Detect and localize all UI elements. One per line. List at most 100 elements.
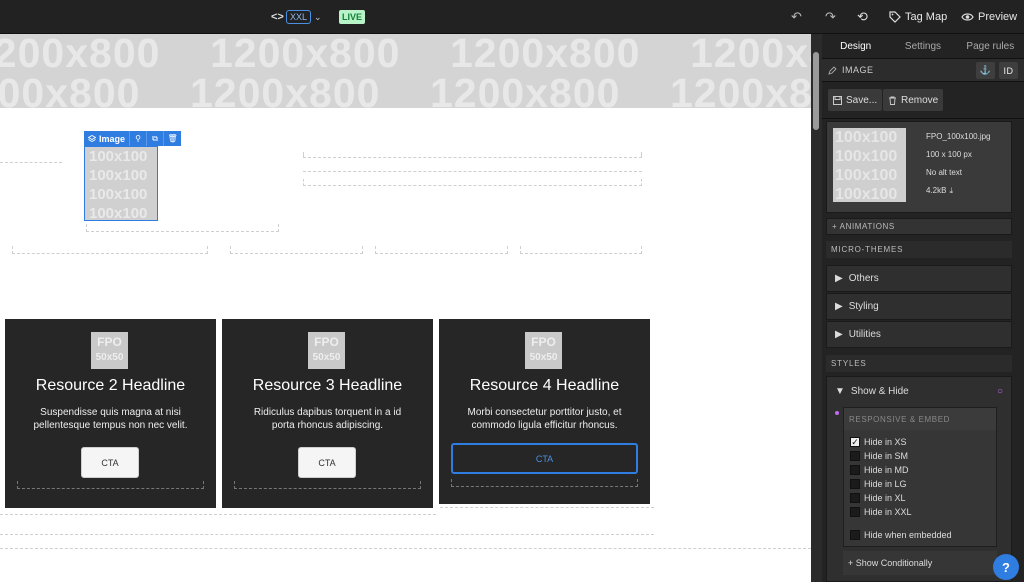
canvas-scrollbar[interactable] <box>811 34 822 582</box>
element-type-label[interactable]: Image <box>84 131 131 146</box>
hide-when-embedded-checkbox[interactable] <box>850 530 860 540</box>
card-headline: Resource 3 Headline <box>252 377 403 394</box>
hide-in-md-checkbox[interactable] <box>850 465 860 475</box>
micro-theme-styling[interactable]: ▶ Styling <box>826 293 1012 320</box>
element-header: IMAGE ⚓ ID <box>822 59 1024 82</box>
hide-in-xl-option[interactable]: Hide in XL <box>850 493 906 503</box>
section-guide <box>375 246 508 254</box>
card-description: Morbi consectetur porttitor justo, et co… <box>467 407 622 431</box>
hide-in-xs-checkbox[interactable]: ✓ <box>850 437 860 447</box>
history-icon[interactable]: ⟲ <box>857 0 868 34</box>
show-hide-section: ▼ Show & Hide ○ RESPONSIVE & EMBED ✓ Hide … <box>826 376 1012 582</box>
tag-icon <box>889 11 901 23</box>
section-guide <box>234 481 421 489</box>
design-canvas[interactable]: 1200x800 1200x800 1200x800 1200x800 1200… <box>0 34 811 582</box>
undo-icon[interactable]: ↶ <box>791 0 802 34</box>
resource-card[interactable]: FPO 50x50 Resource 2 Headline Suspendisse… <box>5 319 216 508</box>
image-filename: FPO_100x100.jpg <box>926 132 991 141</box>
responsive-embed-group: RESPONSIVE & EMBED ✓ Hide in XS Hide in S… <box>843 407 997 547</box>
hide-in-xxl-checkbox[interactable] <box>850 507 860 517</box>
section-guide <box>86 224 279 232</box>
pencil-icon <box>828 65 837 75</box>
resource-card[interactable]: FPO 50x50 Resource 3 Headline Ridiculus d… <box>222 319 433 508</box>
cta-button[interactable]: CTA <box>298 447 356 478</box>
fpo-image: FPO 50x50 <box>525 332 562 369</box>
thumbnail-placeholder-text: 100x100 <box>835 129 898 146</box>
pin-icon[interactable]: ⚲ <box>130 131 148 146</box>
trash-icon[interactable]: 🗑 <box>164 131 181 146</box>
hide-in-lg-option[interactable]: Hide in LG <box>850 479 907 489</box>
hero-image-placeholder[interactable]: 1200x800 1200x800 1200x800 1200x800 1200… <box>0 34 811 108</box>
resource-card[interactable]: FPO 50x50 Resource 4 Headline Morbi conse… <box>439 319 650 504</box>
thumbnail-placeholder-text: 100x100 <box>835 186 898 202</box>
image-element-toolbar: Image ⚲ ⧉ 🗑 <box>84 131 182 146</box>
trash-icon <box>889 96 896 105</box>
section-guide <box>303 152 642 158</box>
chevron-down-icon[interactable]: ⌄ <box>314 0 322 34</box>
help-button[interactable]: ? <box>993 554 1019 580</box>
panel-tabs: Design Settings Page rules <box>822 34 1024 59</box>
section-guide <box>17 481 204 489</box>
top-toolbar: <> XXL ⌄ LIVE ↶ ↷ ⟲ Tag Map Preview <box>0 0 1024 34</box>
image-thumbnail[interactable]: 100x100 100x100 100x100 100x100 <box>833 128 906 202</box>
redo-icon[interactable]: ↷ <box>825 0 836 34</box>
breakpoint-selector[interactable]: XXL <box>286 10 312 24</box>
section-guide <box>0 162 62 163</box>
section-guide <box>230 246 363 254</box>
properties-panel: Design Settings Page rules IMAGE ⚓ ID Sa… <box>822 34 1024 582</box>
image-placeholder-text: 100x100 <box>89 205 148 221</box>
micro-themes-heading: MICRO-THEMES <box>826 241 1012 258</box>
image-file-size: 4.2kB ⤓ <box>926 186 954 196</box>
tab-design[interactable]: Design <box>822 34 889 58</box>
card-description: Ridiculus dapibus torquent in a id porta… <box>253 407 402 431</box>
card-headline: Resource 2 Headline <box>35 377 186 394</box>
section-guide <box>12 246 208 254</box>
tab-settings[interactable]: Settings <box>889 34 956 58</box>
remove-button[interactable]: Remove <box>883 89 944 111</box>
save-icon <box>833 95 842 105</box>
thumbnail-placeholder-text: 100x100 <box>835 148 898 165</box>
cta-button[interactable]: CTA <box>81 447 139 478</box>
fpo-image: FPO 50x50 <box>308 332 345 369</box>
hide-in-md-option[interactable]: Hide in MD <box>850 465 909 475</box>
save-button[interactable]: Save... <box>828 89 883 111</box>
section-guide <box>451 479 638 487</box>
duplicate-icon[interactable]: ⧉ <box>147 131 165 146</box>
animations-section[interactable]: + ANIMATIONS <box>826 218 1012 235</box>
image-placeholder-text: 100x100 <box>89 186 148 203</box>
hide-in-xl-checkbox[interactable] <box>850 493 860 503</box>
hero-placeholder-text: 1200x800 1200x800 1200x800 1200x800 <box>0 70 811 108</box>
modified-dot <box>835 411 839 415</box>
preview-label: Preview <box>978 11 1018 23</box>
id-button[interactable]: ID <box>999 62 1018 79</box>
scrollbar-thumb[interactable] <box>813 52 819 130</box>
cta-button-selected[interactable]: CTA <box>451 443 638 474</box>
hide-in-xxl-option[interactable]: Hide in XXL <box>850 507 912 517</box>
preview-button[interactable]: Preview <box>961 0 1017 34</box>
hide-in-xs-option[interactable]: ✓ Hide in XS <box>850 437 907 447</box>
section-guide <box>0 548 811 549</box>
responsive-embed-heading: RESPONSIVE & EMBED <box>844 408 996 430</box>
show-conditionally-button[interactable]: + Show Conditionally <box>843 551 997 575</box>
hide-in-sm-option[interactable]: Hide in SM <box>850 451 908 461</box>
caret-right-icon: ▶ <box>835 273 843 284</box>
thumbnail-placeholder-text: 100x100 <box>835 167 898 184</box>
caret-right-icon: ▶ <box>835 301 843 312</box>
hide-in-lg-checkbox[interactable] <box>850 479 860 489</box>
tag-map-button[interactable]: Tag Map <box>889 0 947 34</box>
fpo-image: FPO 50x50 <box>91 332 128 369</box>
tag-map-label: Tag Map <box>905 11 948 23</box>
download-icon[interactable]: ⤓ <box>949 186 953 196</box>
show-hide-toggle[interactable]: ▼ Show & Hide <box>835 386 909 397</box>
micro-theme-others[interactable]: ▶ Others <box>826 265 1012 292</box>
hide-in-sm-checkbox[interactable] <box>850 451 860 461</box>
card-description: Suspendisse quis magna at nisi pellentes… <box>33 407 188 431</box>
micro-theme-utilities[interactable]: ▶ Utilities <box>826 321 1012 348</box>
selected-image[interactable]: 100x100 100x100 100x100 100x100 <box>84 146 158 221</box>
code-icon[interactable]: <> <box>271 0 284 34</box>
image-actions: Save... Remove <box>822 82 1024 119</box>
tab-page-rules[interactable]: Page rules <box>957 34 1024 58</box>
anchor-icon[interactable]: ⚓ <box>976 62 995 79</box>
section-guide <box>520 246 642 254</box>
hide-when-embedded-option[interactable]: Hide when embedded <box>850 530 952 540</box>
